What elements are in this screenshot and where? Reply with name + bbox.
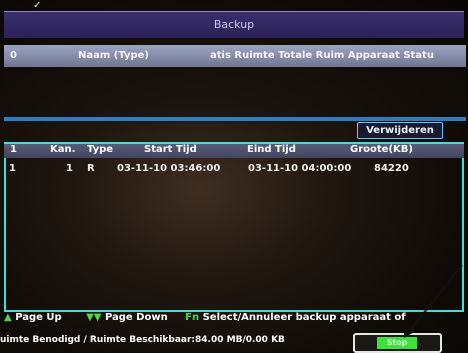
pointer-arrow-icon: [404, 264, 463, 338]
